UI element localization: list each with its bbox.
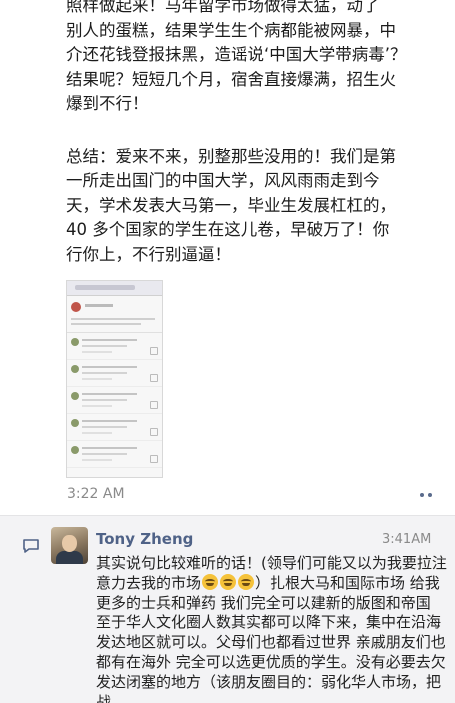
commenter-name[interactable]: Tony Zheng [96, 530, 193, 548]
more-dot-icon [428, 493, 432, 497]
post-line: 行你上，不行别逼逼！ [66, 244, 231, 264]
post-line: 照样做起来！马年留学市场做得太猛，动了 [66, 0, 380, 15]
thumbnail-comment-row [67, 333, 162, 360]
post-image-thumbnail[interactable] [66, 280, 163, 478]
thumbnail-comment-row [67, 387, 162, 414]
post-line: 爆到不行！ [66, 94, 149, 113]
comment-text: 其实说句比较难听的话！(领导们可能又以为我要拉注意力去我的市场 ）扎根大马和国际市… [96, 554, 448, 703]
comment-bubble-icon [23, 539, 39, 553]
post-line: 总结：爱来不来，别整那些没用的！我们是第 [66, 146, 396, 166]
more-options-button[interactable] [412, 486, 440, 504]
laughing-emoji-icon [220, 573, 237, 590]
post-timestamp: 3:22 AM [67, 486, 125, 502]
avatar[interactable] [51, 527, 88, 564]
post-paragraph-1: 照样做起来！马年留学市场做得太猛，动了 别人的蛋糕，结果学生生个病都能被网暴，中… [66, 0, 450, 117]
post-text: 照样做起来！马年留学市场做得太猛，动了 别人的蛋糕，结果学生生个病都能被网暴，中… [66, 0, 450, 267]
thumbnail-comment-row [67, 441, 162, 468]
laughing-emoji-icon [238, 573, 255, 590]
comment-section: Tony Zheng 3:41AM 其实说句比较难听的话！(领导们可能又以为我要… [0, 515, 455, 703]
post-paragraph-2: 总结：爱来不来，别整那些没用的！我们是第 一所走出国门的中国大学，风风雨雨走到今… [66, 145, 450, 268]
thumbnail-comment-row [67, 414, 162, 441]
post-line: 结果呢？短短几个月，宿舍直接爆满，招生火 [66, 69, 396, 89]
thumbnail-status-bar [67, 281, 162, 296]
thumbnail-post-header [67, 296, 162, 333]
more-dot-icon [420, 493, 424, 497]
moments-post: 照样做起来！马年留学市场做得太猛，动了 别人的蛋糕，结果学生生个病都能被网暴，中… [0, 0, 455, 515]
thumbnail-comment-row [67, 360, 162, 387]
post-line: 介还花钱登报抹黑，造谣说‘中国大学带病毒’？ [66, 45, 407, 64]
comment-text-part: ）扎根大马和国际市场 给我更多的士兵和弹药 我们完全可以建新的版图和帝国 至于华… [96, 573, 446, 703]
post-line: 天，学术发表大马第一，毕业生发展杠杠的， [66, 195, 396, 215]
post-line: 40 多个国家的学生在这儿卷，早破万了！你 [66, 220, 390, 239]
post-line: 一所走出国门的中国大学，风风雨雨走到今 [66, 171, 380, 190]
post-line: 别人的蛋糕，结果学生生个病都能被网暴，中 [66, 20, 396, 40]
comment-timestamp: 3:41AM [382, 532, 432, 547]
laughing-emoji-icon [202, 573, 219, 590]
emoji-group [201, 573, 255, 592]
